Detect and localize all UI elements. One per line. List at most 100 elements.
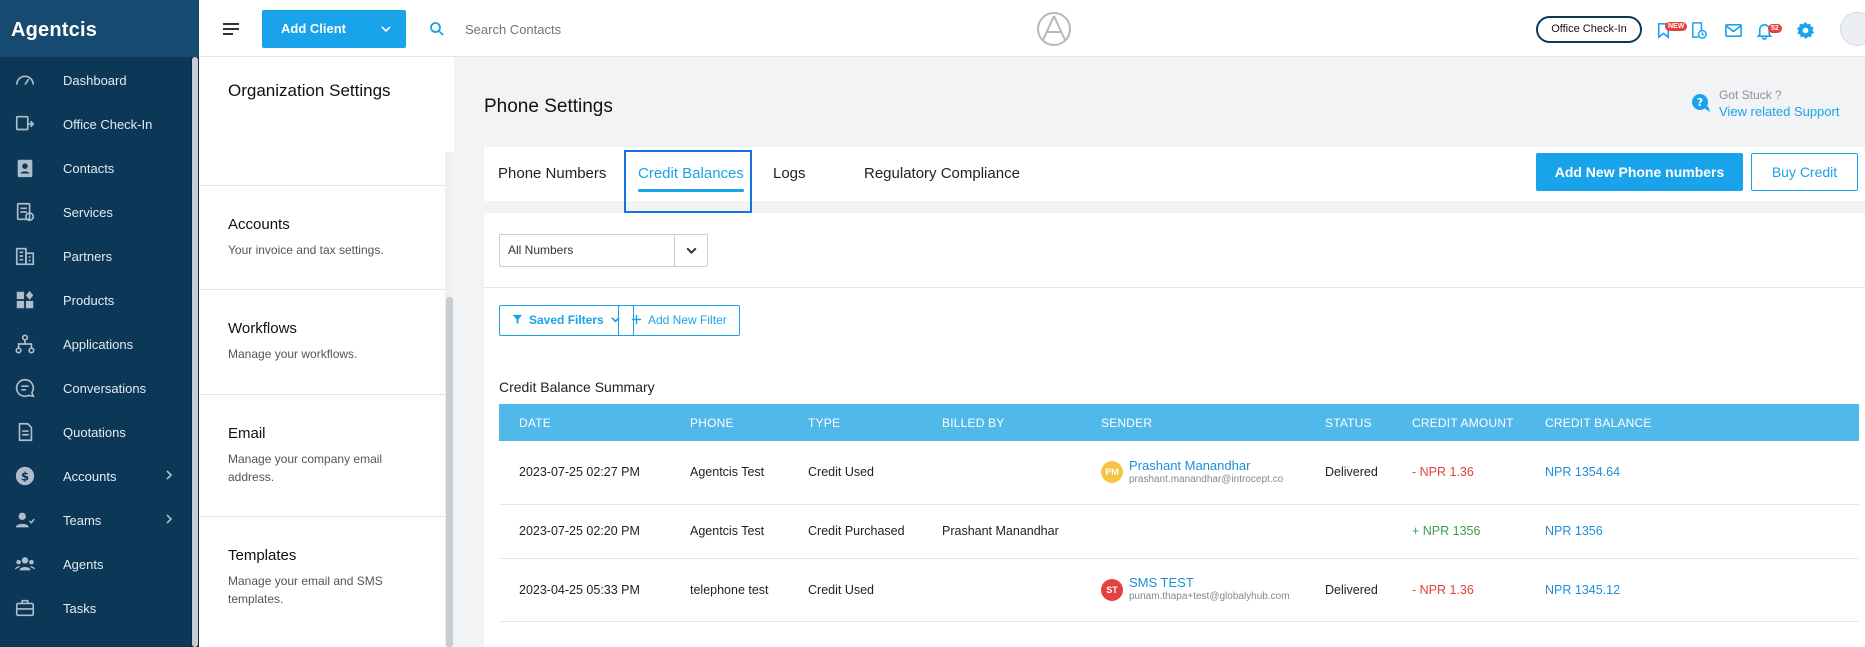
settings-section-accounts[interactable]: Accounts Your invoice and tax settings. [199,185,446,289]
column-header-date[interactable]: DATE [499,404,670,441]
column-header-phone[interactable]: PHONE [670,404,788,441]
sidebar-item-office-check-in[interactable]: Office Check-In [0,102,190,146]
sidebar-item-teams[interactable]: Teams [0,498,190,542]
table-row[interactable]: 2023-04-25 05:33 PM telephone test Credi… [499,558,1859,622]
cell-credit-balance: NPR 1356 [1525,504,1859,559]
sidebar-item-conversations[interactable]: Conversations [0,366,190,410]
add-new-phone-numbers-button[interactable]: Add New Phone numbers [1536,153,1743,191]
new-badge: NEW [1665,22,1688,31]
sidebar-item-label: Quotations [63,424,126,440]
sidebar-item-label: Dashboard [63,72,127,88]
notification-count-badge: 52 [1768,24,1782,33]
support-link[interactable]: View related Support [1719,104,1839,119]
credit-balance-table: DATE PHONE TYPE BILLED BY SENDER STATUS … [499,404,1859,622]
gear-icon[interactable] [1796,21,1815,40]
help-question: Got Stuck ? [1719,88,1782,102]
number-filter-select[interactable]: All Numbers [499,234,708,267]
services-icon [13,200,37,224]
teams-icon [13,508,37,532]
cell-credit-balance: NPR 1345.12 [1525,558,1859,622]
sidebar-item-accounts[interactable]: $ Accounts [0,454,190,498]
saved-filters-label: Saved Filters [529,313,604,327]
user-avatar[interactable] [1840,12,1865,46]
sidebar-item-quotations[interactable]: Quotations [0,410,190,454]
column-header-status[interactable]: STATUS [1305,404,1392,441]
saved-filters-button[interactable]: Saved Filters [499,305,634,336]
chevron-down-icon[interactable] [685,244,698,257]
menu-icon[interactable] [223,22,241,36]
invoice-clock-icon[interactable] [1689,21,1708,40]
plus-icon [631,314,642,325]
sidebar-item-tasks[interactable]: Tasks [0,586,190,630]
divider [484,287,1865,288]
sender-name-link[interactable]: SMS TEST [1129,575,1290,590]
tab-regulatory-compliance[interactable]: Regulatory Compliance [864,165,1020,182]
sidebar-item-label: Office Check-In [63,116,153,132]
settings-section-title: Templates [228,547,297,564]
add-filter-label: Add New Filter [648,313,727,327]
search-input[interactable] [465,18,765,40]
sidebar-item-applications[interactable]: Applications [0,322,190,366]
tab-credit-balances[interactable]: Credit Balances [638,165,744,182]
office-check-in-button[interactable]: Office Check-In [1536,16,1642,43]
conversations-icon [13,376,37,400]
mail-icon[interactable] [1724,21,1743,40]
table-header-row: DATE PHONE TYPE BILLED BY SENDER STATUS … [499,404,1859,441]
sidebar-item-services[interactable]: Services [0,190,190,234]
settings-section-templates[interactable]: Templates Manage your email and SMS temp… [199,516,446,647]
cell-sender [1081,504,1305,559]
cell-billed-by: Prashant Manandhar [922,504,1081,559]
organization-settings-panel: Organization Settings Accounts Your invo… [199,57,454,647]
products-icon [13,288,37,312]
sidebar-item-contacts[interactable]: Contacts [0,146,190,190]
table-row[interactable]: 2023-07-25 02:27 PM Agentcis Test Credit… [499,441,1859,505]
cell-type: Credit Used [788,441,922,505]
cell-credit-amount: + NPR 1356 [1392,504,1525,559]
tab-phone-numbers[interactable]: Phone Numbers [498,165,606,182]
chevron-down-icon[interactable] [380,23,392,35]
column-header-sender[interactable]: SENDER [1081,404,1305,441]
search-icon[interactable] [429,21,445,37]
sidebar-scrollbar[interactable] [192,57,198,647]
add-client-button[interactable]: Add Client [262,10,406,48]
brand-logo[interactable]: Agentcis [0,0,199,57]
sender: ST SMS TEST punam.thapa+test@globalyhub.… [1101,575,1305,604]
settings-section-description: Your invoice and tax settings. [228,243,384,257]
filter-icon [512,314,523,325]
column-header-type[interactable]: TYPE [788,404,922,441]
tab-logs[interactable]: Logs [773,165,806,182]
main-content: Phone Settings ? Got Stuck ? View relate… [454,57,1865,647]
cell-sender: ST SMS TEST punam.thapa+test@globalyhub.… [1081,558,1305,622]
sender-avatar: PM [1101,461,1123,484]
buy-credit-button[interactable]: Buy Credit [1751,153,1858,191]
sidebar-item-agents[interactable]: Agents [0,542,190,586]
column-header-credit-balance[interactable]: CREDIT BALANCE [1525,404,1859,441]
table-row[interactable]: 2023-07-25 02:20 PM Agentcis Test Credit… [499,504,1859,559]
cell-status: Delivered [1305,441,1392,505]
add-new-filter-button[interactable]: Add New Filter [618,305,740,336]
settings-section-title: Email [228,425,266,442]
sidebar-item-label: Tasks [63,600,97,616]
cell-status: Delivered [1305,558,1392,622]
main-sidebar: Agentcis Dashboard Office Check-In Conta… [0,0,199,647]
settings-section-description: Manage your company email address. [228,452,383,484]
settings-section-description: Manage your workflows. [228,347,358,361]
sidebar-item-products[interactable]: Products [0,278,190,322]
svg-text:?: ? [1697,96,1703,109]
cell-billed-by [922,558,1081,622]
settings-section-workflows[interactable]: Workflows Manage your workflows. [199,289,446,394]
settings-section-email[interactable]: Email Manage your company email address. [199,394,446,516]
settings-scrollbar[interactable] [446,297,453,647]
sender-name-link[interactable]: Prashant Manandhar [1129,458,1283,473]
summary-title: Credit Balance Summary [499,379,655,395]
svg-text:$: $ [21,470,29,484]
company-logo-icon [1037,12,1071,46]
column-header-credit-amount[interactable]: CREDIT AMOUNT [1392,404,1525,441]
column-header-billed-by[interactable]: BILLED BY [922,404,1081,441]
credit-balance-card: All Numbers Saved Filters Add New Filter… [484,213,1865,647]
sidebar-item-dashboard[interactable]: Dashboard [0,58,190,102]
sidebar-item-partners[interactable]: Partners [0,234,190,278]
number-filter-value: All Numbers [508,243,574,257]
page-title: Phone Settings [484,96,613,117]
check-in-icon [13,112,37,136]
